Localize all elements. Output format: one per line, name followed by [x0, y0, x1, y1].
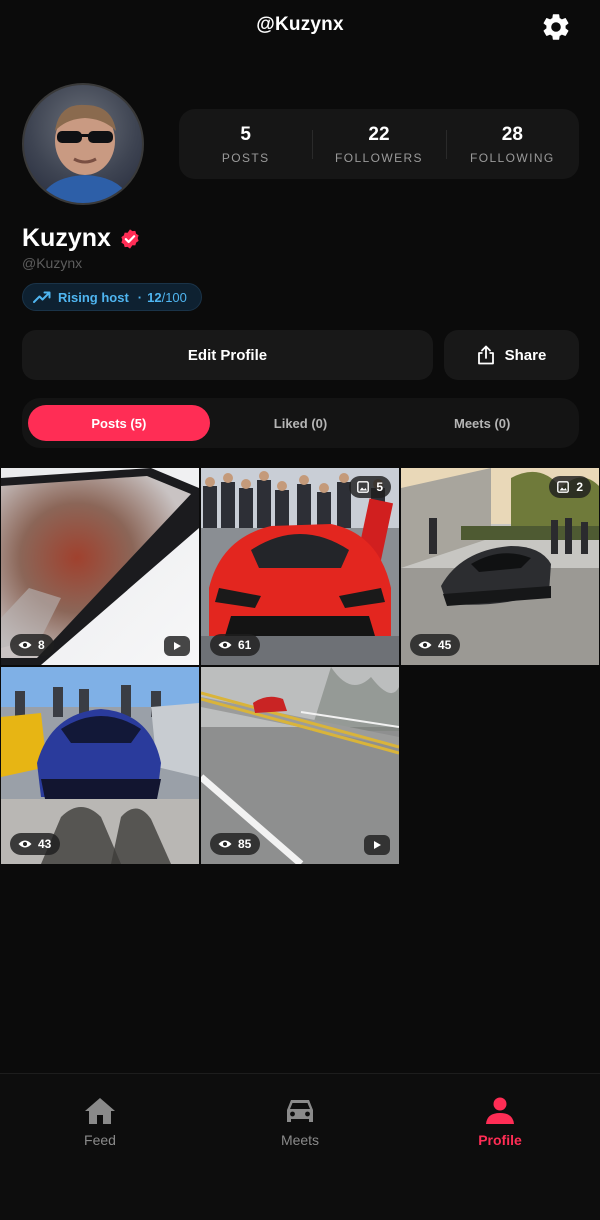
stat-following-value: 28	[501, 123, 523, 145]
rising-host-badge[interactable]: Rising host · 12 /100	[22, 283, 202, 311]
gallery-icon	[357, 481, 370, 493]
car-icon	[287, 1100, 313, 1122]
share-icon	[477, 345, 494, 365]
video-badge	[364, 835, 390, 855]
username: @Kuzynx	[22, 255, 83, 271]
view-count: 43	[38, 837, 52, 851]
nav-meets-label: Meets	[280, 1132, 320, 1148]
bottom-navigation: Feed Meets Profile	[0, 1073, 600, 1220]
view-count-badge: 85	[210, 833, 261, 855]
profile-stats-card: 5 POSTS 22 FOLLOWERS 28 FOLLOWING	[179, 109, 579, 179]
carousel-count-badge: 5	[349, 476, 391, 498]
edit-profile-label: Edit Profile	[187, 346, 268, 364]
view-count-badge: 45	[410, 634, 461, 656]
eye-icon	[18, 641, 32, 649]
post-tile[interactable]: 2 45	[401, 468, 599, 665]
profile-avatar[interactable]	[22, 83, 144, 205]
host-badge-score: 12	[147, 289, 162, 305]
share-label: Share	[504, 346, 547, 364]
carousel-count-badge: 2	[549, 476, 591, 498]
host-badge-label: Rising host	[58, 289, 129, 305]
display-name-row: Kuzynx	[22, 224, 141, 253]
view-count-badge: 43	[10, 833, 61, 855]
carousel-count: 5	[376, 480, 383, 494]
eye-icon	[218, 840, 232, 848]
video-badge	[164, 636, 190, 656]
carousel-count: 2	[576, 480, 583, 494]
play-icon	[374, 841, 381, 849]
share-button[interactable]: Share	[444, 330, 579, 380]
avatar-image	[39, 104, 131, 203]
stat-following-label: FOLLOWING	[470, 150, 555, 165]
gallery-icon	[557, 481, 570, 493]
person-icon	[486, 1097, 514, 1124]
trending-up-icon	[33, 291, 51, 303]
nav-profile-label: Profile	[478, 1132, 522, 1148]
top-bar: @Kuzynx	[0, 0, 600, 56]
host-badge-separator: ·	[137, 289, 143, 305]
profile-tabs: Posts (5) Liked (0) Meets (0)	[22, 398, 579, 448]
stat-followers[interactable]: 22 FOLLOWERS	[312, 124, 445, 165]
eye-icon	[218, 641, 232, 649]
post-tile[interactable]: 85	[201, 667, 399, 864]
play-icon	[174, 642, 181, 650]
profile-handle-title: @Kuzynx	[256, 14, 344, 35]
view-count: 85	[238, 837, 252, 851]
stat-posts[interactable]: 5 POSTS	[179, 124, 312, 165]
post-tile[interactable]: 43	[1, 667, 199, 864]
nav-feed-label: Feed	[84, 1132, 116, 1148]
view-count: 45	[438, 638, 452, 652]
settings-gear-icon[interactable]	[540, 11, 572, 43]
stat-followers-label: FOLLOWERS	[335, 150, 423, 165]
post-tile[interactable]: 5 61	[201, 468, 399, 665]
view-count: 8	[38, 638, 45, 652]
nav-profile[interactable]: Profile	[440, 1096, 560, 1148]
view-count: 61	[238, 638, 252, 652]
stat-following[interactable]: 28 FOLLOWING	[445, 123, 579, 165]
eye-icon	[18, 840, 32, 848]
view-count-badge: 8	[10, 634, 54, 656]
nav-meets[interactable]: Meets	[240, 1096, 360, 1148]
home-icon	[85, 1098, 115, 1124]
host-badge-score-max: /100	[161, 289, 187, 305]
view-count-badge: 61	[210, 634, 261, 656]
stat-posts-value: 5	[240, 123, 251, 145]
tab-liked[interactable]: Liked (0)	[210, 405, 392, 441]
tab-posts[interactable]: Posts (5)	[28, 405, 210, 441]
tab-meets[interactable]: Meets (0)	[391, 405, 573, 441]
eye-icon	[418, 641, 432, 649]
nav-feed[interactable]: Feed	[40, 1096, 160, 1148]
stat-followers-value: 22	[368, 123, 390, 145]
display-name: Kuzynx	[22, 224, 111, 252]
edit-profile-button[interactable]: Edit Profile	[22, 330, 433, 380]
stat-posts-label: POSTS	[221, 150, 270, 165]
verified-badge-icon	[121, 228, 139, 249]
post-tile[interactable]: 8	[1, 468, 199, 665]
